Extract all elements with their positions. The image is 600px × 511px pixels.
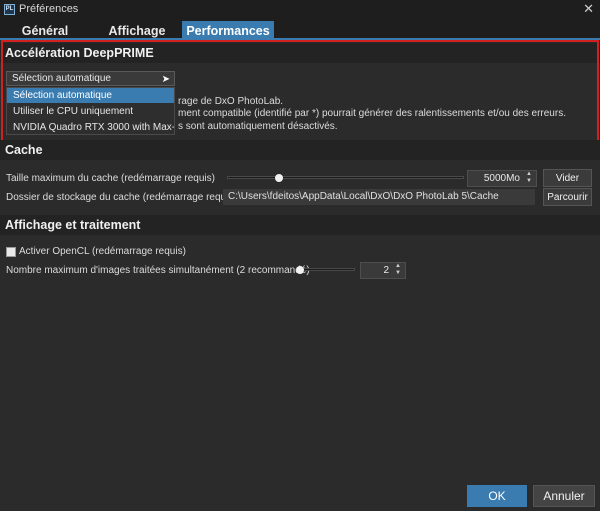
title-bar: PL Préférences ✕ [0, 0, 600, 18]
cache-size-value: 5000Mo [483, 173, 520, 184]
section-header-cache: Cache [0, 140, 600, 160]
section-header-processing: Affichage et traitement [0, 215, 600, 235]
cache-folder-field[interactable]: C:\Users\fdeitos\AppData\Local\DxO\DxO P… [223, 189, 535, 205]
highlight-frame [1, 40, 599, 142]
browse-button[interactable]: Parcourir [543, 188, 592, 206]
tab-performances[interactable]: Performances [182, 21, 274, 41]
tab-bar: Général Affichage Performances [0, 18, 600, 41]
spin-arrows-icon[interactable]: ▲ ▼ [394, 263, 402, 277]
opencl-checkbox[interactable] [6, 247, 16, 257]
opencl-label: Activer OpenCL (redémarrage requis) [19, 246, 186, 257]
cache-size-spinbox[interactable]: 5000Mo ▲ ▼ [467, 170, 537, 187]
app-icon: PL [4, 3, 15, 15]
tab-general[interactable]: Général [10, 21, 80, 41]
max-images-spinbox[interactable]: 2 ▲ ▼ [360, 262, 406, 279]
max-images-value: 2 [383, 265, 389, 276]
close-icon[interactable]: ✕ [583, 1, 594, 17]
cache-size-slider[interactable] [227, 176, 464, 179]
max-images-label: Nombre maximum d'images traitées simulta… [6, 265, 310, 276]
max-images-slider-handle[interactable] [296, 266, 304, 274]
max-images-slider[interactable] [296, 268, 355, 271]
cache-folder-label: Dossier de stockage du cache (redémarrag… [6, 192, 237, 203]
tab-affichage[interactable]: Affichage [98, 21, 176, 41]
cancel-button[interactable]: Annuler [533, 485, 595, 507]
cache-size-slider-handle[interactable] [275, 174, 284, 182]
window-title: Préférences [19, 3, 79, 15]
clear-cache-button[interactable]: Vider [543, 169, 592, 187]
spin-arrows-icon[interactable]: ▲ ▼ [525, 171, 533, 185]
cache-size-label: Taille maximum du cache (redémarrage req… [6, 173, 215, 184]
ok-button[interactable]: OK [467, 485, 527, 507]
